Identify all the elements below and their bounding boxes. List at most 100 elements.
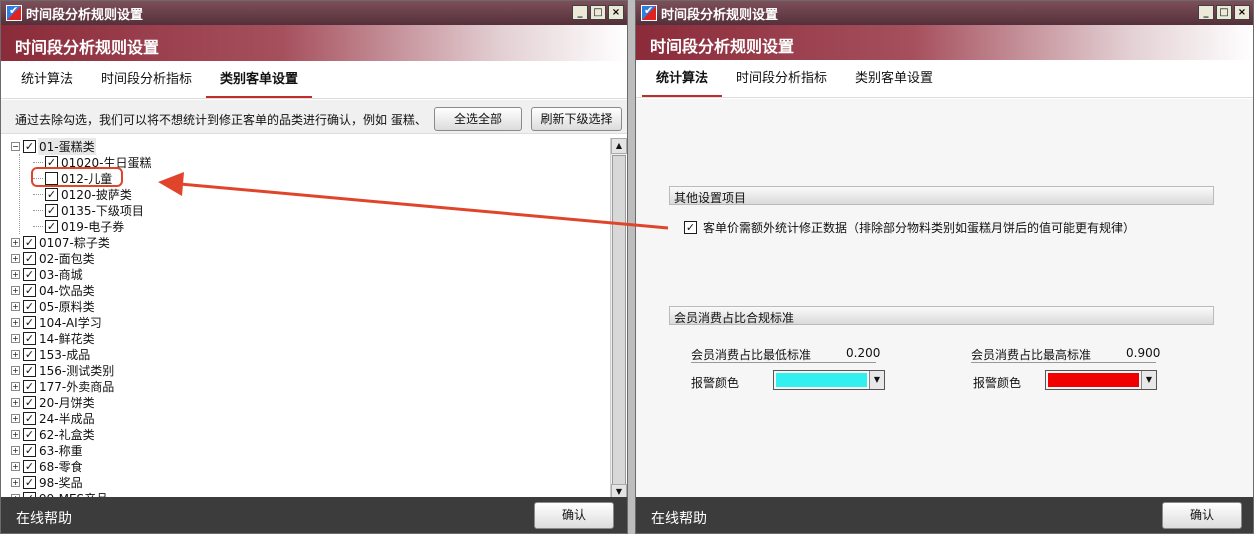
- select-all-button[interactable]: 全选全部: [434, 107, 522, 131]
- category-tree[interactable]: − ✓ 01-蛋糕类 ✓ 01020-生日蛋糕 012-儿童 ✓ 0120-披萨类 ✓ 0135-…: [9, 138, 609, 500]
- expand-icon[interactable]: +: [11, 413, 20, 423]
- tab-time-metrics[interactable]: 时间段分析指标: [722, 67, 841, 97]
- tab-category-settings[interactable]: 类别客单设置: [206, 68, 313, 98]
- node-checkbox[interactable]: ✓: [23, 331, 36, 345]
- node-checkbox[interactable]: ✓: [23, 235, 36, 249]
- node-checkbox[interactable]: ✓: [23, 251, 36, 265]
- close-button[interactable]: ×: [1234, 5, 1250, 20]
- tree-node[interactable]: ✓ 01020-生日蛋糕: [33, 154, 153, 170]
- expand-icon[interactable]: +: [11, 381, 20, 391]
- node-checkbox[interactable]: ✓: [23, 411, 36, 425]
- expand-icon[interactable]: +: [11, 445, 20, 455]
- minimize-button[interactable]: _: [572, 5, 588, 20]
- tree-node[interactable]: 012-儿童: [33, 170, 113, 186]
- node-checkbox[interactable]: ✓: [23, 267, 36, 281]
- expand-icon[interactable]: +: [11, 429, 20, 439]
- max-standard-label: 会员消费占比最高标准: [971, 348, 1092, 362]
- tab-algorithm[interactable]: 统计算法: [642, 67, 723, 97]
- alarm-color-select-2[interactable]: ▼: [1045, 370, 1157, 390]
- tree-node[interactable]: + ✓ 104-AI学习: [11, 314, 103, 330]
- tree-node[interactable]: + ✓ 05-原料类: [11, 298, 96, 314]
- tree-node[interactable]: ✓ 019-电子券: [33, 218, 125, 234]
- expand-icon[interactable]: +: [11, 269, 20, 279]
- tree-node[interactable]: + ✓ 153-成品: [11, 346, 91, 362]
- tree-connector: [33, 177, 43, 179]
- tree-node[interactable]: + ✓ 156-测试类别: [11, 362, 115, 378]
- scroll-thumb[interactable]: [612, 155, 626, 485]
- tree-node[interactable]: + ✓ 98-奖品: [11, 474, 84, 490]
- tree-node[interactable]: + ✓ 20-月饼类: [11, 394, 96, 410]
- minimize-button[interactable]: _: [1198, 5, 1214, 20]
- maximize-button[interactable]: □: [1216, 5, 1232, 20]
- node-checkbox[interactable]: [45, 171, 58, 185]
- expand-icon[interactable]: +: [11, 253, 20, 263]
- tree-node[interactable]: + ✓ 14-鲜花类: [11, 330, 96, 346]
- alarm-color-select-1[interactable]: ▼: [773, 370, 885, 390]
- node-checkbox[interactable]: ✓: [23, 139, 36, 153]
- chevron-down-icon[interactable]: ▼: [869, 371, 884, 389]
- tree-node[interactable]: ✓ 0135-下级项目: [33, 202, 145, 218]
- tree-node[interactable]: + ✓ 68-零食: [11, 458, 84, 474]
- node-checkbox[interactable]: ✓: [23, 315, 36, 329]
- tree-node[interactable]: − ✓ 01-蛋糕类: [11, 138, 96, 155]
- tree-node[interactable]: + ✓ 02-面包类: [11, 250, 96, 266]
- extra-stat-checkbox[interactable]: ✓: [684, 221, 697, 234]
- node-checkbox[interactable]: ✓: [23, 347, 36, 361]
- node-checkbox[interactable]: ✓: [23, 459, 36, 473]
- expand-icon[interactable]: +: [11, 365, 20, 375]
- expand-icon[interactable]: +: [11, 477, 20, 487]
- refresh-sublevel-button[interactable]: 刷新下级选择: [531, 107, 622, 131]
- node-checkbox[interactable]: ✓: [23, 299, 36, 313]
- tab-category-settings[interactable]: 类别客单设置: [841, 67, 947, 97]
- extra-stat-label: 客单价需额外统计修正数据（排除部分物料类别如蛋糕月饼后的值可能更有规律）: [703, 221, 1136, 235]
- node-checkbox[interactable]: ✓: [23, 475, 36, 489]
- node-label: 01-蛋糕类: [38, 138, 96, 155]
- node-checkbox[interactable]: ✓: [23, 363, 36, 377]
- tree-node[interactable]: + ✓ 0107-粽子类: [11, 234, 111, 250]
- scroll-up-icon[interactable]: ▲: [611, 138, 627, 154]
- title-bar[interactable]: 时间段分析规则设置 _ □ ×: [636, 1, 1253, 25]
- online-help-link[interactable]: 在线帮助: [651, 511, 707, 527]
- expand-icon[interactable]: +: [11, 397, 20, 407]
- confirm-button[interactable]: 确认: [1162, 502, 1242, 529]
- tree-scrollbar[interactable]: ▲ ▼: [610, 138, 627, 500]
- node-checkbox[interactable]: ✓: [23, 395, 36, 409]
- chevron-down-icon[interactable]: ▼: [1141, 371, 1156, 389]
- confirm-button[interactable]: 确认: [534, 502, 614, 529]
- expand-icon[interactable]: +: [11, 285, 20, 295]
- close-button[interactable]: ×: [608, 5, 624, 20]
- node-checkbox[interactable]: ✓: [45, 155, 58, 169]
- node-checkbox[interactable]: ✓: [45, 203, 58, 217]
- online-help-link[interactable]: 在线帮助: [16, 511, 72, 527]
- tree-node[interactable]: + ✓ 177-外卖商品: [11, 378, 115, 394]
- hint-text: 通过去除勾选，我们可以将不想统计到修正客单的品类进行确认，例如 蛋糕、月: [15, 113, 425, 127]
- tree-node[interactable]: + ✓ 24-半成品: [11, 410, 96, 426]
- tree-node[interactable]: ✓ 0120-披萨类: [33, 186, 133, 202]
- tree-node[interactable]: + ✓ 03-商城: [11, 266, 84, 282]
- node-checkbox[interactable]: ✓: [23, 443, 36, 457]
- max-standard-value[interactable]: 0.900: [1126, 346, 1160, 360]
- title-bar[interactable]: 时间段分析规则设置 _ □ ×: [1, 1, 627, 25]
- node-checkbox[interactable]: ✓: [23, 379, 36, 393]
- tree-node[interactable]: + ✓ 63-称重: [11, 442, 84, 458]
- min-standard-value[interactable]: 0.200: [846, 346, 880, 360]
- expand-icon[interactable]: +: [11, 461, 20, 471]
- expand-icon[interactable]: +: [11, 317, 20, 327]
- maximize-button[interactable]: □: [590, 5, 606, 20]
- expand-icon[interactable]: +: [11, 237, 20, 247]
- node-checkbox[interactable]: ✓: [45, 187, 58, 201]
- collapse-icon[interactable]: −: [11, 141, 20, 151]
- node-checkbox[interactable]: ✓: [23, 427, 36, 441]
- tab-time-metrics[interactable]: 时间段分析指标: [87, 68, 206, 98]
- tree-node[interactable]: + ✓ 62-礼盒类: [11, 426, 96, 442]
- tree-node[interactable]: + ✓ 04-饮品类: [11, 282, 96, 298]
- node-checkbox[interactable]: ✓: [45, 219, 58, 233]
- tree-connector: [33, 193, 43, 195]
- node-checkbox[interactable]: ✓: [23, 283, 36, 297]
- node-label: 04-饮品类: [39, 283, 95, 298]
- expand-icon[interactable]: +: [11, 349, 20, 359]
- expand-icon[interactable]: +: [11, 333, 20, 343]
- extra-stat-option[interactable]: ✓ 客单价需额外统计修正数据（排除部分物料类别如蛋糕月饼后的值可能更有规律）: [684, 219, 1135, 236]
- tab-algorithm[interactable]: 统计算法: [7, 68, 87, 98]
- expand-icon[interactable]: +: [11, 301, 20, 311]
